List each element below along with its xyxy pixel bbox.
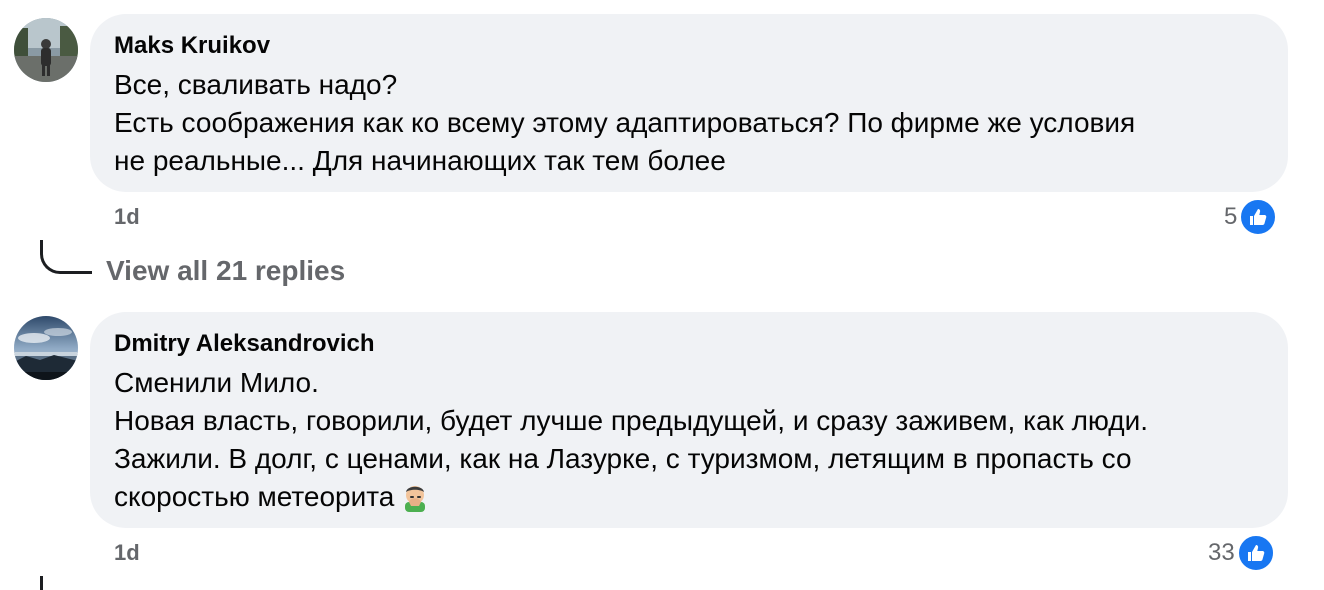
- comment-text-fragment: скоростью метеорита: [114, 481, 395, 512]
- like-thumb-icon: [1239, 198, 1278, 236]
- comment-timestamp[interactable]: 1d: [114, 540, 140, 566]
- reaction-count[interactable]: 5: [1224, 198, 1278, 236]
- seascape-photo-icon: [14, 316, 78, 380]
- like-thumb-icon: [1236, 534, 1275, 572]
- person-walking-photo-icon: [14, 18, 78, 82]
- view-all-replies-link[interactable]: View all 21 replies: [106, 255, 345, 287]
- comment-text-line: Есть соображения как ко всему этому адап…: [114, 107, 1136, 138]
- reaction-count[interactable]: 33: [1208, 534, 1275, 572]
- comment-bubble-2: Dmitry Aleksandrovich Сменили Мило. Нова…: [90, 312, 1288, 528]
- comment-author[interactable]: Dmitry Aleksandrovich: [114, 330, 1264, 358]
- comment-text-line: Зажили. В долг, с ценами, как на Лазурке…: [114, 443, 1132, 474]
- comment-timestamp[interactable]: 1d: [114, 204, 140, 230]
- comment-text-line: Все, сваливать надо?: [114, 69, 398, 100]
- comment-text-line-last: скоростью метеорита: [114, 478, 1264, 522]
- avatar-dmitry-aleksandrovich[interactable]: [14, 316, 78, 380]
- reaction-count-number: 5: [1224, 203, 1238, 230]
- reaction-count-number: 33: [1208, 539, 1235, 566]
- comment-author[interactable]: Maks Kruikov: [114, 32, 1264, 60]
- avatar-maks-kruikov[interactable]: [14, 18, 78, 82]
- thread-connector-line: [40, 240, 92, 274]
- comment-text-line: Новая власть, говорили, будет лучше пред…: [114, 405, 1149, 436]
- face-palm-emoji-icon: [400, 482, 430, 522]
- thread-connector-stub: [40, 576, 43, 590]
- comment-text-line: не реальные... Для начинающих так тем бо…: [114, 145, 726, 176]
- comment-bubble-1: Maks Kruikov Все, сваливать надо? Есть с…: [90, 14, 1288, 192]
- comment-text-line: Сменили Мило.: [114, 367, 319, 398]
